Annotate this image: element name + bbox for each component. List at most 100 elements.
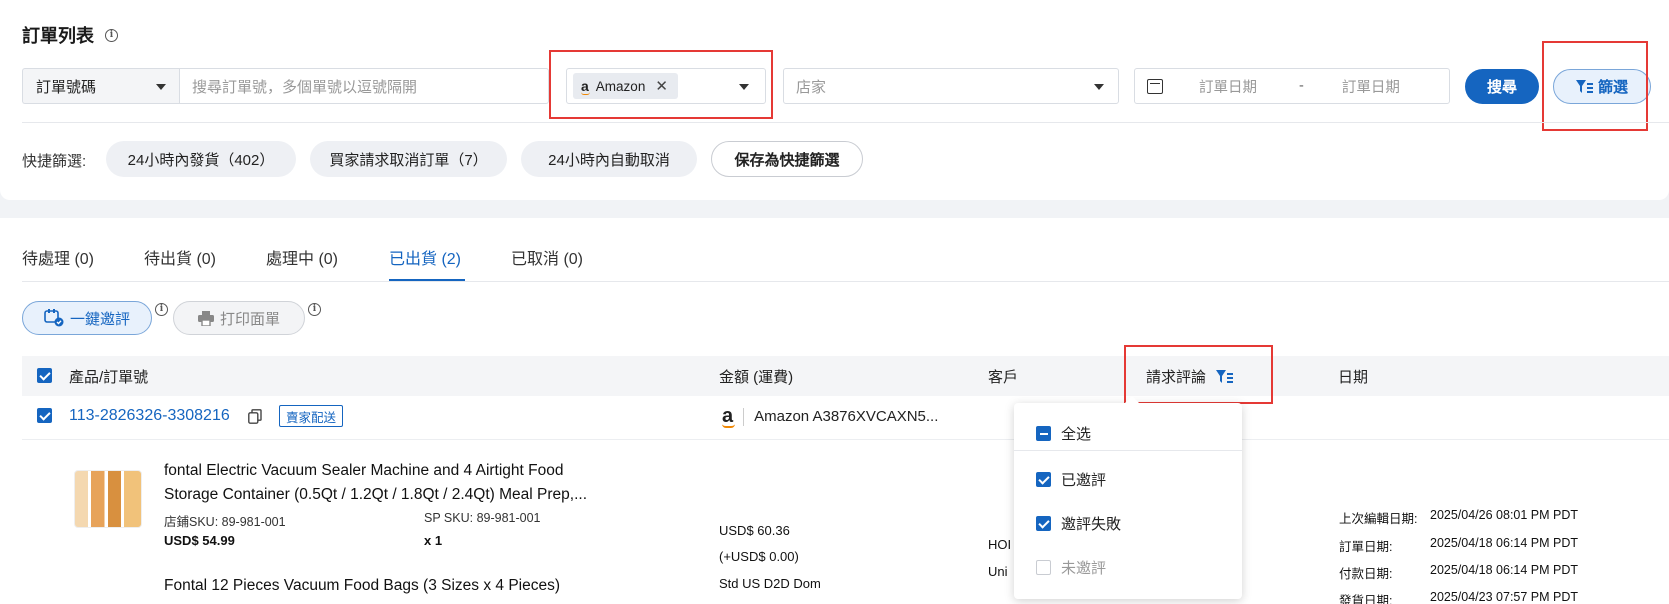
col-customer: 客戶	[988, 369, 1019, 386]
order-shop: a Amazon A3876XVCAXN5...	[722, 405, 938, 428]
shop-name: Amazon A3876XVCAXN5...	[754, 408, 939, 425]
shop-select[interactable]: 店家	[783, 68, 1119, 104]
tab-label: 已出貨 (2)	[389, 251, 462, 268]
info-icon[interactable]: i	[155, 303, 168, 316]
option-select-all[interactable]: 全选	[1036, 423, 1091, 444]
order-search-input[interactable]: 搜尋訂單號，多個單號以逗號隔開	[179, 68, 549, 104]
order-total: USD$ 60.36	[719, 523, 790, 538]
platform-highlight-box	[549, 50, 773, 119]
tab-to-ship[interactable]: 待出貨 (0)	[144, 245, 216, 269]
tab-label: 已取消 (0)	[511, 251, 584, 268]
option-checkbox[interactable]	[1036, 516, 1051, 531]
print-button-label: 打印面單	[219, 310, 280, 328]
tab-shipped[interactable]: 已出貨 (2)	[389, 245, 461, 269]
chevron-down-icon	[156, 84, 166, 90]
review-filter-dropdown: 全选 已邀評 邀評失敗 未邀評	[1014, 396, 1242, 599]
table-header	[22, 356, 1669, 396]
one-click-review-button[interactable]: 一鍵邀評	[22, 301, 152, 335]
date-label: 付款日期:	[1339, 567, 1393, 581]
order-date-range[interactable]: 訂單日期 - 訂單日期	[1134, 68, 1450, 104]
print-label-button[interactable]: 打印面單	[173, 301, 305, 335]
product-name-line: fontal Electric Vacuum Sealer Machine an…	[164, 462, 564, 479]
quick-filter-label-text: 買家請求取消訂單（7）	[329, 151, 488, 169]
date-value: 2025/04/23 07:57 PM PDT	[1430, 590, 1579, 604]
tab-pending[interactable]: 待處理 (0)	[22, 245, 94, 269]
search-button-label: 搜尋	[1486, 79, 1517, 96]
select-all-checkbox[interactable]	[37, 368, 52, 383]
tab-processing[interactable]: 處理中 (0)	[266, 245, 338, 269]
option-not-reviewed[interactable]: 未邀評	[1036, 557, 1106, 578]
option-label: 未邀評	[1061, 560, 1107, 577]
quick-filter-ship-24h[interactable]: 24小時內發貨（402）	[106, 141, 296, 177]
date-value: 2025/04/18 06:14 PM PDT	[1430, 563, 1579, 577]
sp-sku: SP SKU: 89-981-001	[424, 511, 541, 525]
item-quantity: x 1	[424, 533, 443, 548]
option-label: 已邀評	[1061, 472, 1107, 489]
divider	[1014, 450, 1242, 451]
shipping-method: Std US D2D Dom	[719, 576, 821, 591]
col-date: 日期	[1338, 369, 1369, 386]
order-checkbox[interactable]	[37, 408, 52, 423]
search-button[interactable]: 搜尋	[1465, 69, 1539, 104]
page-title-text: 訂單列表	[22, 26, 94, 46]
shipping-fee: (+USD$ 0.00)	[719, 549, 799, 564]
save-quick-filter-button[interactable]: 保存為快捷篩選	[711, 141, 863, 177]
review-request-icon	[44, 309, 64, 327]
date-separator: -	[1299, 78, 1304, 94]
shop-sku: 店鋪SKU: 89-981-001	[164, 515, 286, 529]
option-reviewed[interactable]: 已邀評	[1036, 469, 1106, 490]
option-review-failed[interactable]: 邀評失敗	[1036, 513, 1121, 534]
col-amount: 金額 (運費)	[719, 369, 794, 386]
date-start-placeholder[interactable]: 訂單日期	[1199, 76, 1257, 97]
amazon-logo-icon: a	[722, 405, 735, 428]
date-value: 2025/04/26 08:01 PM PDT	[1430, 508, 1579, 522]
option-checkbox[interactable]	[1036, 426, 1051, 441]
quick-filter-label-text: 24小時內自動取消	[548, 151, 670, 169]
col-product: 產品/訂單號	[69, 369, 149, 386]
quick-filter-cancel-request[interactable]: 買家請求取消訂單（7）	[310, 141, 507, 177]
option-checkbox[interactable]	[1036, 472, 1051, 487]
printer-icon	[197, 310, 214, 326]
calendar-icon	[1147, 78, 1163, 94]
quick-filter-label: 快捷篩選:	[22, 153, 87, 170]
option-label: 全选	[1061, 426, 1092, 443]
search-type-value: 訂單號碼	[36, 78, 97, 96]
divider	[22, 122, 1669, 123]
badge-label: 賣家配送	[286, 410, 337, 425]
date-label: 發貨日期:	[1339, 594, 1393, 604]
copy-icon[interactable]	[248, 409, 262, 424]
product-name[interactable]: Fontal 12 Pieces Vacuum Food Bags (3 Siz…	[164, 574, 560, 598]
shop-placeholder: 店家	[796, 78, 827, 96]
option-label: 邀評失敗	[1061, 516, 1122, 533]
customer-name: HOI	[988, 537, 1012, 552]
quick-filter-label-text: 24小時內發貨（402）	[127, 151, 275, 169]
order-number-link[interactable]: 113-2826326-3308216	[69, 407, 230, 425]
search-placeholder: 搜尋訂單號，多個單號以逗號隔開	[192, 78, 418, 96]
tab-cancelled[interactable]: 已取消 (0)	[511, 245, 583, 269]
quick-filter-auto-cancel[interactable]: 24小時內自動取消	[521, 141, 697, 177]
tabs-divider	[22, 281, 1669, 282]
info-icon[interactable]: i	[105, 29, 119, 42]
product-name[interactable]: fontal Electric Vacuum Sealer Machine an…	[164, 459, 587, 507]
divider	[743, 407, 745, 426]
date-label: 上次編輯日期:	[1339, 512, 1418, 526]
date-end-placeholder[interactable]: 訂單日期	[1342, 76, 1400, 97]
search-type-select[interactable]: 訂單號碼	[22, 68, 180, 104]
product-image	[74, 470, 142, 528]
date-value: 2025/04/18 06:14 PM PDT	[1430, 536, 1579, 550]
info-icon[interactable]: i	[308, 303, 321, 316]
customer-location: Uni	[988, 564, 1008, 579]
tab-label: 待出貨 (0)	[144, 251, 217, 268]
filter-highlight-box	[1542, 41, 1648, 131]
seller-fulfilled-badge: 賣家配送	[279, 405, 344, 427]
date-label: 訂單日期:	[1339, 540, 1393, 554]
chevron-down-icon	[1094, 84, 1104, 90]
option-checkbox[interactable]	[1036, 560, 1051, 575]
product-name-line: Storage Container (0.5Qt / 1.2Qt / 1.8Qt…	[164, 486, 588, 503]
review-button-label: 一鍵邀評	[69, 310, 130, 328]
tab-label: 待處理 (0)	[22, 251, 95, 268]
dropdown-arrow	[1124, 396, 1140, 404]
page-title: 訂單列表 i	[22, 22, 119, 48]
item-price: USD$ 54.99	[164, 533, 235, 548]
save-quick-filter-label: 保存為快捷篩選	[734, 151, 840, 169]
